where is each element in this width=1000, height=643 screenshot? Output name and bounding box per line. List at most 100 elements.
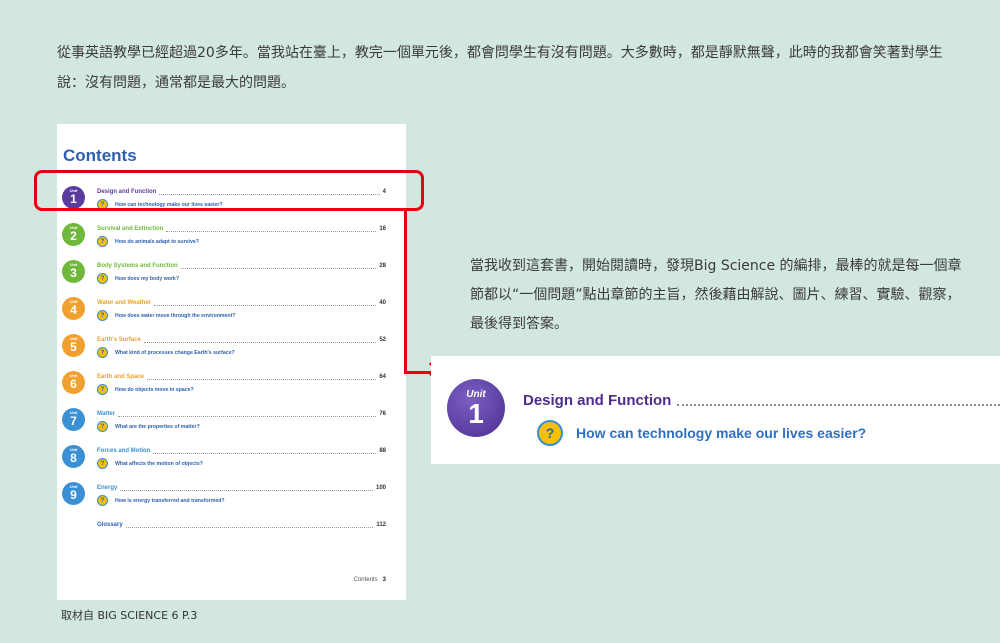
unit-number: 2	[70, 229, 77, 243]
glossary-entry: Glossary 112	[97, 520, 386, 530]
contents-entry: Unit 5 Earth's Surface 52? What kind of proc…	[57, 334, 406, 368]
unit-question: ? What affects the motion of objects?	[97, 458, 203, 469]
zoomed-question: ? How can technology make our lives easi…	[537, 420, 866, 446]
unit-question: ? How does my body work?	[97, 273, 179, 284]
unit-badge: Unit 1	[447, 379, 505, 437]
unit-badge: Unit 6	[62, 371, 85, 394]
dotted-leader	[677, 396, 1000, 406]
unit-question: ? How do animals adapt to survive?	[97, 236, 199, 247]
chapter-page: 88	[379, 448, 386, 454]
unit-badge: Unit 4	[62, 297, 85, 320]
dotted-leader	[125, 523, 374, 528]
unit-number: 3	[70, 266, 77, 280]
unit-number: 9	[70, 488, 77, 502]
question-text: How does my body work?	[115, 275, 179, 282]
dotted-leader	[154, 301, 377, 306]
unit-number: 4	[70, 303, 77, 317]
question-text: What affects the motion of objects?	[115, 460, 203, 467]
question-icon: ?	[97, 236, 108, 247]
zoomed-unit1-panel: Unit 1 Design and Function ? How can tec…	[431, 356, 1000, 464]
connector-line-vertical	[404, 211, 407, 374]
question-icon: ?	[97, 384, 108, 395]
page-footer: Contents 3	[354, 577, 386, 583]
glossary-label: Glossary	[97, 522, 123, 528]
question-text: What are the properties of matter?	[115, 423, 200, 430]
unit-question: ? What kind of processes change Earth's s…	[97, 347, 235, 358]
chapter-title: Body Systems and Function	[97, 263, 178, 269]
contents-entry: Unit 8 Forces and Motion 88? What affects th…	[57, 445, 406, 479]
dotted-leader	[180, 264, 377, 269]
source-caption: 取材自 BIG SCIENCE 6 P.3	[61, 609, 198, 622]
dotted-leader	[147, 375, 377, 380]
unit-badge: Unit 3	[62, 260, 85, 283]
unit-badge: Unit 9	[62, 482, 85, 505]
unit-badge: Unit 5	[62, 334, 85, 357]
unit-question: ? How do objects move in space?	[97, 384, 194, 395]
chapter-line: Earth and Space 64	[97, 372, 386, 382]
chapter-line: Survival and Extinction 16	[97, 224, 386, 234]
chapter-page: 28	[379, 263, 386, 269]
unit-number: 5	[70, 340, 77, 354]
unit-number: 1	[468, 397, 484, 429]
chapter-page: 52	[379, 337, 386, 343]
unit-number: 6	[70, 377, 77, 391]
question-text: How does water move through the environm…	[115, 312, 236, 319]
question-icon: ?	[97, 458, 108, 469]
chapter-title: Earth and Space	[97, 374, 145, 380]
chapter-title: Survival and Extinction	[97, 226, 164, 232]
chapter-line: Earth's Surface 52	[97, 335, 386, 345]
question-text: How is energy transferred and transforme…	[115, 497, 225, 504]
chapter-title: Energy	[97, 485, 118, 491]
chapter-line: Body Systems and Function 28	[97, 261, 386, 271]
chapter-page: 100	[375, 485, 386, 491]
dotted-leader	[143, 338, 377, 343]
chapter-title: Matter	[97, 411, 116, 417]
chapter-title: Design and Function	[523, 392, 672, 409]
unit-badge: Unit 8	[62, 445, 85, 468]
question-text: What kind of processes change Earth's su…	[115, 349, 235, 356]
question-icon: ?	[97, 273, 108, 284]
unit1-highlight-box	[34, 170, 424, 211]
question-icon: ?	[97, 495, 108, 506]
footer-page-number: 3	[382, 577, 386, 583]
chapter-page: 64	[379, 374, 386, 380]
dotted-leader	[120, 486, 373, 491]
contents-entry: Unit 4 Water and Weather 40? How does water …	[57, 297, 406, 331]
dotted-leader	[153, 449, 377, 454]
question-text: How do objects move in space?	[115, 386, 194, 393]
chapter-page: 40	[379, 300, 386, 306]
intro-paragraph: 從事英語教學已經超過20多年。當我站在臺上，教完一個單元後，都會問學生有沒有問題…	[57, 45, 943, 91]
contents-entry: Unit 7 Matter 76? What are the properties of…	[57, 408, 406, 442]
question-icon: ?	[537, 420, 563, 446]
unit-question: ? How is energy transferred and transform…	[97, 495, 225, 506]
contents-entry: Unit 6 Earth and Space 64? How do objects mo…	[57, 371, 406, 405]
unit-number: 8	[70, 451, 77, 465]
chapter-title: Water and Weather	[97, 300, 152, 306]
question-icon: ?	[97, 347, 108, 358]
chapter-page: 16	[379, 226, 386, 232]
contents-entry: Unit 2 Survival and Extinction 16? How do an…	[57, 223, 406, 257]
side-paragraph: 當我收到這套書，開始閱讀時，發現Big Science 的編排，最棒的就是每一個…	[470, 258, 962, 332]
chapter-line: Energy 100	[97, 483, 386, 493]
question-icon: ?	[97, 310, 108, 321]
dotted-leader	[166, 227, 377, 232]
chapter-line: Forces and Motion 88	[97, 446, 386, 456]
contents-entry: Unit 9 Energy 100? How is energy transferred…	[57, 482, 406, 516]
glossary-page: 112	[376, 522, 386, 528]
unit-question: ? How does water move through the environ…	[97, 310, 235, 321]
contents-entry: Unit 3 Body Systems and Function 28? How doe…	[57, 260, 406, 294]
question-text: How can technology make our lives easier…	[576, 425, 867, 441]
question-icon: ?	[97, 421, 108, 432]
contents-title: Contents	[63, 146, 137, 165]
dotted-leader	[118, 412, 377, 417]
question-text: How do animals adapt to survive?	[115, 238, 199, 245]
footer-label: Contents	[353, 577, 378, 583]
chapter-line: Water and Weather 40	[97, 298, 386, 308]
unit-badge: Unit 2	[62, 223, 85, 246]
chapter-title: Forces and Motion	[97, 448, 151, 454]
chapter-page: 76	[379, 411, 386, 417]
chapter-line: Matter 76	[97, 409, 386, 419]
unit-question: ? What are the properties of matter?	[97, 421, 200, 432]
chapter-title: Earth's Surface	[97, 337, 141, 343]
unit-number: 7	[70, 414, 77, 428]
